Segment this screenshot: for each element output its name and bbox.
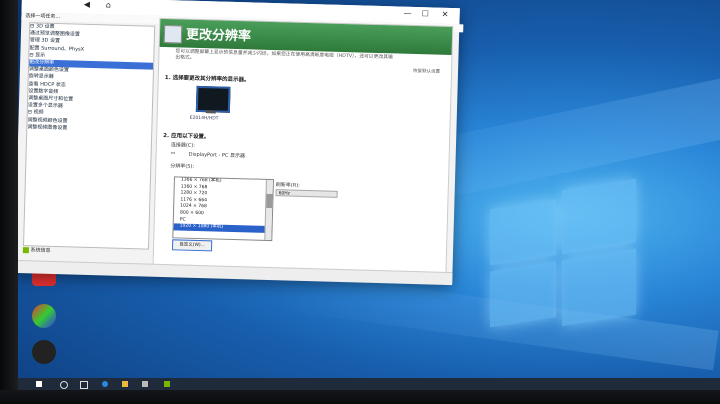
step1-heading: 1. 选择要更改其分辨率的显示器。: [164, 75, 250, 84]
task-prompt: 选择一项任务...: [25, 13, 61, 21]
close-button[interactable]: ✕: [442, 10, 449, 19]
step2-heading: 2. 应用以下设置。: [163, 132, 210, 141]
nvidia-control-panel-window: ◀ ⌂ — ☐ ✕ 选择一项任务... ⊟ 3D 设置 通过预览调整图像设置 管…: [18, 0, 464, 286]
edge-icon[interactable]: [102, 381, 108, 387]
system-info-link[interactable]: 系统信息: [22, 246, 147, 261]
system-info-label: 系统信息: [30, 247, 51, 254]
task-view-icon[interactable]: [80, 381, 88, 389]
scrollbar-thumb[interactable]: [266, 193, 273, 209]
resolution-scrollbar[interactable]: [264, 179, 273, 241]
restore-defaults-link[interactable]: 恢复默认设置: [413, 68, 440, 75]
explorer-icon[interactable]: [122, 381, 128, 387]
monitor-label: E2014H/HDT: [189, 115, 219, 122]
monitor-bezel-left: [0, 0, 18, 404]
resolution-list[interactable]: 1366 × 768 (本机) 1360 × 768 1280 × 720 1176 …: [172, 176, 274, 242]
page-title: 更改分辨率: [185, 27, 252, 45]
content-pane: 更改分辨率 您可以调整屏幕上显示的信息量并减少闪烁，如果您正在使用高清晰度电视（…: [152, 17, 454, 280]
monitor-bezel-bottom: [0, 390, 720, 404]
back-icon[interactable]: ◀: [84, 0, 90, 9]
desktop-icon-colorful[interactable]: [32, 304, 56, 328]
start-icon[interactable]: [36, 381, 42, 387]
monitor-stand: [205, 110, 216, 114]
resolution-label: 分辨率(S):: [170, 163, 195, 170]
nvidia-taskbar-icon[interactable]: [164, 381, 170, 387]
desktop: 14 ◂ ◀ ⌂ — ☐ ✕ 选择一项任务... ⊟ 3D 设置 通过预览调整图…: [18, 0, 720, 390]
display-settings-icon: [163, 24, 183, 44]
store-icon[interactable]: [142, 381, 148, 387]
windows-logo-icon: [490, 178, 636, 337]
connector-value: DisplayPort - PC 显示器: [188, 151, 246, 160]
resolution-option[interactable]: 1920 × 1080 (本机): [173, 223, 272, 233]
refresh-rate-select[interactable]: 60Hz: [275, 189, 338, 198]
maximize-button[interactable]: ☐: [422, 9, 429, 18]
refresh-rate-label: 刷新率(R):: [275, 182, 300, 189]
desktop-icon-qq[interactable]: [32, 340, 56, 364]
home-icon[interactable]: ⌂: [106, 0, 111, 9]
connector-label: 连接器(C):: [170, 142, 196, 149]
search-icon[interactable]: [60, 381, 68, 389]
connector-icon: ▭: [170, 150, 176, 157]
taskbar: [18, 378, 720, 390]
monitor-icon[interactable]: [195, 85, 231, 113]
nvidia-logo-icon: [22, 246, 30, 253]
minimize-button[interactable]: —: [404, 9, 412, 18]
customize-button[interactable]: 自定义(W)...: [171, 239, 213, 252]
task-tree: ⊟ 3D 设置 通过预览调整图像设置 管理 3D 设置 配置 Surround、…: [23, 22, 156, 250]
